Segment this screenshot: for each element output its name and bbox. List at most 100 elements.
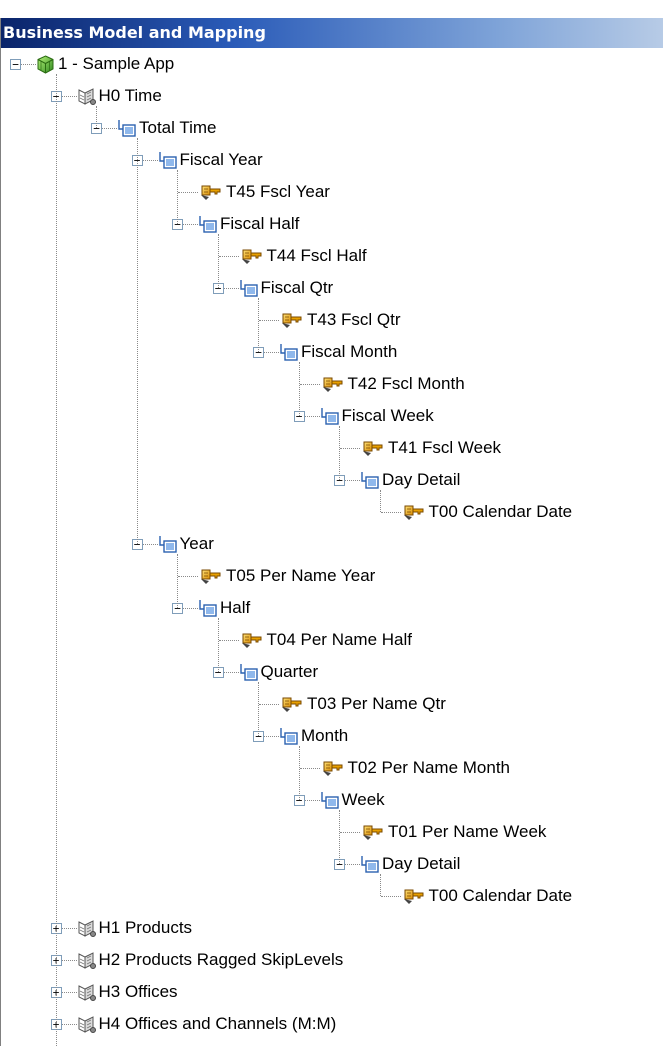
tree-guide-line — [298, 362, 300, 416]
tree-connector — [299, 768, 320, 769]
tree-node-t04[interactable]: T04 Per Name Half — [10, 630, 660, 662]
tree-node-label[interactable]: Day Detail — [382, 470, 460, 490]
tree-node-label[interactable]: T44 Fscl Half — [267, 246, 367, 266]
key-icon — [320, 375, 342, 394]
tree-guide-line — [379, 874, 381, 896]
tree-node-label[interactable]: T04 Per Name Half — [267, 630, 413, 650]
level-icon — [117, 119, 136, 138]
tree-node-tt[interactable]: − Total Time — [10, 118, 660, 150]
tree-node-label[interactable]: H0 Time — [99, 86, 162, 106]
tree-node-label[interactable]: T05 Per Name Year — [226, 566, 375, 586]
tree-node-hf[interactable]: − Half — [10, 598, 660, 630]
tree-node-t42[interactable]: T42 Fscl Month — [10, 374, 660, 406]
tree-node-fh[interactable]: − Fiscal Half — [10, 214, 660, 246]
tree-node-t00b[interactable]: T00 Calendar Date — [10, 886, 660, 918]
tree-node-label[interactable]: T02 Per Name Month — [348, 758, 511, 778]
tree-node-t45[interactable]: T45 Fscl Year — [10, 182, 660, 214]
tree-node-t00a[interactable]: T00 Calendar Date — [10, 502, 660, 534]
tree-node-label[interactable]: Fiscal Half — [220, 214, 299, 234]
tree-node-label[interactable]: Week — [342, 790, 385, 810]
tree-node-label[interactable]: H3 Offices — [99, 982, 178, 1002]
tree-guide-line — [379, 490, 381, 512]
tree-guide-line — [258, 682, 259, 736]
tree-node-label[interactable]: H4 Offices and Channels (M:M) — [99, 1014, 337, 1034]
tree-node-h3[interactable]: + H3 Offices — [10, 982, 660, 1014]
tree-node-t44[interactable]: T44 Fscl Half — [10, 246, 660, 278]
tree-node-label[interactable]: Fiscal Qtr — [261, 278, 334, 298]
key-icon — [239, 631, 261, 650]
key-icon — [360, 439, 383, 458]
tree-node-label[interactable]: Fiscal Week — [342, 406, 434, 426]
tree-node-label[interactable]: Month — [301, 726, 348, 746]
key-icon — [360, 823, 383, 842]
hierarchy-icon — [77, 951, 96, 970]
level-icon — [279, 727, 298, 746]
tree-node-label[interactable]: T01 Per Name Week — [388, 822, 546, 842]
tree-node-label[interactable]: T41 Fscl Week — [388, 438, 501, 458]
tree-guide-line — [96, 106, 97, 128]
key-icon — [279, 311, 302, 330]
tree-node-t05[interactable]: T05 Per Name Year — [10, 566, 660, 598]
key-icon — [198, 183, 221, 202]
hierarchy-icon — [77, 983, 96, 1002]
level-icon — [279, 343, 298, 362]
tree-node-t02[interactable]: T02 Per Name Month — [10, 758, 660, 790]
panel-left-border — [0, 18, 1, 1046]
tree-node-t41[interactable]: T41 Fscl Week — [10, 438, 660, 470]
tree-node-fw[interactable]: − Fiscal Week — [10, 406, 660, 438]
cube-icon — [36, 55, 55, 74]
tree-connector — [340, 832, 360, 833]
tree-node-fq[interactable]: − Fiscal Qtr — [10, 278, 660, 310]
tree-connector — [218, 256, 239, 257]
tree-guide-line — [177, 170, 178, 224]
tree-node-mo[interactable]: − Month — [10, 726, 660, 758]
tree-connector — [340, 448, 360, 449]
tree-view[interactable]: −1 - Sample App − H0 Time − Total Time − Fisca… — [10, 54, 660, 1046]
tree-node-label[interactable]: Fiscal Month — [301, 342, 397, 362]
tree-guide-line — [258, 298, 259, 352]
tree-connector — [380, 512, 401, 513]
tree-node-yr[interactable]: − Year — [10, 534, 660, 566]
tree-node-label[interactable]: T42 Fscl Month — [348, 374, 465, 394]
level-icon — [198, 215, 217, 234]
tree-guide-line — [339, 810, 340, 864]
tree-node-label[interactable]: T43 Fscl Qtr — [307, 310, 401, 330]
tree-node-fm[interactable]: − Fiscal Month — [10, 342, 660, 374]
tree-node-label[interactable]: T45 Fscl Year — [226, 182, 330, 202]
tree-node-t01[interactable]: T01 Per Name Week — [10, 822, 660, 854]
tree-node-dd2[interactable]: − Day Detail — [10, 854, 660, 886]
top-strip — [0, 0, 663, 18]
level-icon — [320, 407, 339, 426]
tree-node-label[interactable]: H2 Products Ragged SkipLevels — [99, 950, 344, 970]
tree-node-h1[interactable]: + H1 Products — [10, 918, 660, 950]
tree-connector — [178, 192, 198, 193]
tree-node-label[interactable]: Fiscal Year — [180, 150, 263, 170]
level-icon — [320, 791, 339, 810]
tree-node-label[interactable]: Day Detail — [382, 854, 460, 874]
tree-node-qt[interactable]: − Quarter — [10, 662, 660, 694]
tree-node-label[interactable]: Total Time — [139, 118, 216, 138]
tree-node-label[interactable]: T03 Per Name Qtr — [307, 694, 446, 714]
tree-node-label[interactable]: T00 Calendar Date — [429, 886, 573, 906]
level-icon — [239, 279, 258, 298]
level-icon — [239, 663, 258, 682]
tree-connector — [218, 640, 239, 641]
tree-node-h0[interactable]: − H0 Time — [10, 86, 660, 118]
tree-node-app[interactable]: − 1 - Sample App — [10, 54, 660, 86]
tree-node-label[interactable]: 1 - Sample App — [58, 54, 174, 74]
tree-node-dd1[interactable]: − Day Detail — [10, 470, 660, 502]
tree-node-label[interactable]: Year — [180, 534, 214, 554]
tree-node-label[interactable]: T00 Calendar Date — [429, 502, 573, 522]
tree-guide-line — [217, 234, 219, 288]
tree-node-fy[interactable]: − Fiscal Year — [10, 150, 660, 182]
tree-node-h4[interactable]: + H4 Offices and Channels (M:M) — [10, 1014, 660, 1046]
tree-node-label[interactable]: Half — [220, 598, 250, 618]
tree-node-h2[interactable]: + H2 Products Ragged SkipLevels — [10, 950, 660, 982]
tree-node-t03[interactable]: T03 Per Name Qtr — [10, 694, 660, 726]
collapse-icon[interactable]: − — [10, 59, 21, 70]
tree-node-label[interactable]: Quarter — [261, 662, 319, 682]
tree-node-wk[interactable]: − Week — [10, 790, 660, 822]
hierarchy-icon — [77, 1015, 96, 1034]
tree-node-t43[interactable]: T43 Fscl Qtr — [10, 310, 660, 342]
tree-node-label[interactable]: H1 Products — [99, 918, 193, 938]
